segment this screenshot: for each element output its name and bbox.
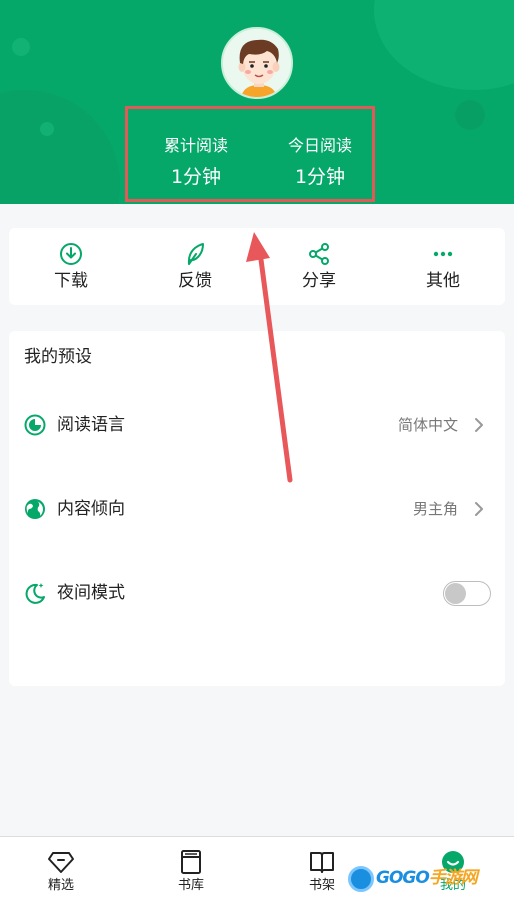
header-decoration bbox=[40, 122, 54, 136]
toggle-knob bbox=[445, 583, 466, 604]
watermark-logo-icon bbox=[348, 866, 374, 892]
preferences-card: 我的预设 阅读语言 简体中文 内容倾向 男主角 夜间模式 bbox=[9, 331, 505, 686]
today-reading-stat: 今日阅读 1分钟 bbox=[265, 135, 375, 190]
share-label: 分享 bbox=[302, 271, 336, 291]
today-reading-label: 今日阅读 bbox=[287, 136, 352, 155]
feedback-button[interactable]: 反馈 bbox=[133, 228, 257, 305]
chevron-right-icon bbox=[475, 418, 483, 432]
feather-icon bbox=[187, 243, 204, 265]
night-mode-row: 夜间模式 bbox=[9, 571, 505, 615]
language-icon bbox=[24, 414, 46, 436]
profile-header: 累计阅读 1分钟 今日阅读 1分钟 bbox=[0, 0, 514, 204]
content-preference-value: 男主角 bbox=[412, 500, 458, 518]
download-button[interactable]: 下载 bbox=[9, 228, 133, 305]
reading-language-value: 简体中文 bbox=[397, 416, 458, 434]
today-reading-value: 1分钟 bbox=[294, 166, 346, 188]
site-watermark: GOGO手游网 bbox=[348, 866, 478, 892]
preferences-title: 我的预设 bbox=[24, 347, 92, 367]
share-button[interactable]: 分享 bbox=[257, 228, 381, 305]
quick-actions: 下载 反馈 分享 其他 bbox=[9, 228, 505, 305]
share-icon bbox=[309, 243, 329, 265]
more-button[interactable]: 其他 bbox=[381, 228, 505, 305]
feedback-label: 反馈 bbox=[178, 271, 212, 291]
night-mode-toggle[interactable] bbox=[443, 581, 491, 606]
nav-label-featured: 精选 bbox=[47, 878, 74, 893]
moon-icon bbox=[25, 583, 45, 604]
avatar-illustration bbox=[223, 29, 291, 97]
total-reading-label: 累计阅读 bbox=[163, 136, 228, 155]
content-preference-label: 内容倾向 bbox=[57, 499, 125, 519]
diamond-icon bbox=[48, 852, 74, 873]
globe-icon bbox=[25, 499, 45, 519]
nav-item-featured[interactable]: 精选 bbox=[0, 837, 125, 902]
nav-label-library: 书库 bbox=[177, 878, 204, 893]
total-reading-stat: 累计阅读 1分钟 bbox=[141, 135, 251, 190]
download-icon bbox=[60, 243, 82, 265]
download-label: 下载 bbox=[54, 271, 88, 291]
content-preference-row[interactable]: 内容倾向 男主角 bbox=[9, 487, 505, 531]
night-mode-label: 夜间模式 bbox=[57, 583, 125, 603]
header-decoration bbox=[455, 100, 485, 130]
chevron-right-icon bbox=[475, 502, 483, 516]
nav-item-library[interactable]: 书库 bbox=[127, 837, 255, 902]
total-reading-value: 1分钟 bbox=[170, 166, 222, 188]
watermark-text-blue: GOGO bbox=[376, 868, 430, 888]
reading-language-row[interactable]: 阅读语言 简体中文 bbox=[9, 403, 505, 447]
watermark-text: GOGO手游网 bbox=[376, 867, 478, 889]
header-decoration bbox=[0, 90, 120, 204]
library-icon bbox=[181, 850, 201, 874]
more-icon bbox=[433, 251, 453, 257]
avatar[interactable] bbox=[221, 27, 293, 99]
watermark-text-gold: 手游网 bbox=[428, 868, 478, 888]
reading-language-label: 阅读语言 bbox=[57, 415, 125, 435]
bookshelf-icon bbox=[310, 852, 334, 873]
more-label: 其他 bbox=[426, 271, 460, 291]
header-decoration bbox=[12, 38, 30, 56]
header-decoration bbox=[374, 0, 514, 90]
reading-stats-highlight: 累计阅读 1分钟 今日阅读 1分钟 bbox=[125, 106, 375, 202]
